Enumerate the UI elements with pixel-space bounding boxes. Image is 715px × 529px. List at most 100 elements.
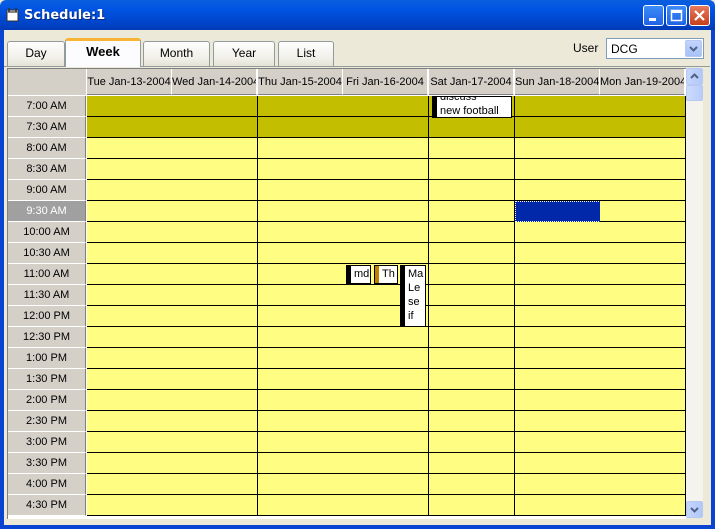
- time-slot[interactable]: [87, 138, 173, 159]
- user-select[interactable]: DCG: [606, 38, 704, 59]
- time-slot[interactable]: [515, 474, 601, 495]
- time-slot[interactable]: [258, 348, 344, 369]
- scroll-thumb[interactable]: [686, 85, 703, 101]
- time-slot[interactable]: [429, 180, 515, 201]
- time-slot[interactable]: [600, 348, 686, 369]
- time-slot[interactable]: [343, 432, 429, 453]
- time-slot[interactable]: [343, 159, 429, 180]
- time-slot[interactable]: [87, 369, 173, 390]
- time-slot[interactable]: [343, 243, 429, 264]
- vertical-scrollbar[interactable]: [686, 68, 703, 518]
- time-slot[interactable]: [258, 432, 344, 453]
- time-slot[interactable]: [515, 285, 601, 306]
- time-slot[interactable]: [600, 369, 686, 390]
- tab-list[interactable]: List: [278, 41, 334, 66]
- time-slot[interactable]: [600, 390, 686, 411]
- time-slot[interactable]: [429, 159, 515, 180]
- time-slot[interactable]: [87, 117, 173, 138]
- tab-day[interactable]: Day: [7, 41, 65, 66]
- time-slot[interactable]: [429, 432, 515, 453]
- close-button[interactable]: [689, 5, 710, 26]
- time-slot[interactable]: [258, 201, 344, 222]
- time-slot[interactable]: [600, 285, 686, 306]
- time-slot[interactable]: [87, 327, 173, 348]
- time-slot[interactable]: [172, 243, 258, 264]
- time-slot[interactable]: [258, 264, 344, 285]
- time-slot[interactable]: [172, 96, 258, 117]
- time-slot[interactable]: [87, 243, 173, 264]
- time-slot[interactable]: [172, 117, 258, 138]
- time-slot[interactable]: [172, 306, 258, 327]
- time-slot[interactable]: [515, 348, 601, 369]
- time-slot[interactable]: [600, 495, 686, 516]
- time-slot[interactable]: [429, 390, 515, 411]
- time-slot[interactable]: [429, 222, 515, 243]
- time-slot[interactable]: [87, 306, 173, 327]
- time-slot[interactable]: [87, 474, 173, 495]
- time-slot[interactable]: [515, 264, 601, 285]
- day-header[interactable]: Thu Jan-15-2004: [258, 69, 343, 95]
- time-slot[interactable]: [258, 285, 344, 306]
- user-dropdown-button[interactable]: [685, 40, 702, 57]
- time-slot[interactable]: [515, 453, 601, 474]
- time-slot[interactable]: [515, 495, 601, 516]
- day-header[interactable]: Sun Jan-18-2004: [515, 69, 600, 95]
- time-slot[interactable]: [87, 495, 173, 516]
- time-slot[interactable]: [429, 138, 515, 159]
- time-slot[interactable]: [600, 117, 686, 138]
- time-slot[interactable]: [172, 138, 258, 159]
- time-slot[interactable]: [429, 327, 515, 348]
- selected-time-slot[interactable]: [515, 201, 601, 222]
- time-slot[interactable]: [600, 306, 686, 327]
- time-slot[interactable]: [258, 495, 344, 516]
- time-slot[interactable]: [87, 96, 173, 117]
- time-slot[interactable]: [87, 285, 173, 306]
- time-slot[interactable]: [515, 306, 601, 327]
- time-slot[interactable]: [172, 390, 258, 411]
- time-slot[interactable]: [515, 243, 601, 264]
- time-slot[interactable]: [600, 180, 686, 201]
- time-slot[interactable]: [258, 369, 344, 390]
- time-slot[interactable]: [515, 327, 601, 348]
- time-slot[interactable]: [429, 306, 515, 327]
- time-slot[interactable]: [515, 222, 601, 243]
- day-header[interactable]: Mon Jan-19-2004: [600, 69, 685, 95]
- time-slot[interactable]: [600, 411, 686, 432]
- time-slot[interactable]: [172, 180, 258, 201]
- event-item[interactable]: discuss new football: [432, 96, 512, 118]
- time-slot[interactable]: [343, 411, 429, 432]
- time-slot[interactable]: [172, 222, 258, 243]
- time-slot[interactable]: [87, 180, 173, 201]
- tab-week[interactable]: Week: [65, 38, 141, 67]
- time-slot[interactable]: [515, 117, 601, 138]
- day-header[interactable]: Sat Jan-17-2004: [429, 69, 514, 95]
- time-slot[interactable]: [600, 159, 686, 180]
- time-slot[interactable]: [258, 138, 344, 159]
- time-slot[interactable]: [343, 369, 429, 390]
- time-slot[interactable]: [343, 222, 429, 243]
- week-grid[interactable]: Tue Jan-13-2004 Wed Jan-14-2004 Thu Jan-15…: [7, 68, 686, 519]
- time-slot[interactable]: [172, 327, 258, 348]
- time-slot[interactable]: [600, 96, 686, 117]
- time-slot[interactable]: [429, 348, 515, 369]
- time-slot[interactable]: [515, 96, 601, 117]
- event-item[interactable]: Ma Le se if: [400, 265, 426, 327]
- time-slot[interactable]: [87, 453, 173, 474]
- time-slot[interactable]: [429, 117, 515, 138]
- time-slot[interactable]: [87, 222, 173, 243]
- time-slot[interactable]: [429, 411, 515, 432]
- time-slot[interactable]: [600, 243, 686, 264]
- time-slot[interactable]: [172, 432, 258, 453]
- time-slot[interactable]: [258, 159, 344, 180]
- time-slot[interactable]: [600, 264, 686, 285]
- time-slot[interactable]: [258, 243, 344, 264]
- time-slot[interactable]: [600, 327, 686, 348]
- time-slot[interactable]: [343, 474, 429, 495]
- scroll-down-button[interactable]: [686, 501, 703, 518]
- time-slot[interactable]: [258, 117, 344, 138]
- time-slot[interactable]: [600, 138, 686, 159]
- time-slot[interactable]: [515, 369, 601, 390]
- time-slot[interactable]: [600, 222, 686, 243]
- time-slot[interactable]: [515, 432, 601, 453]
- time-slot[interactable]: [343, 390, 429, 411]
